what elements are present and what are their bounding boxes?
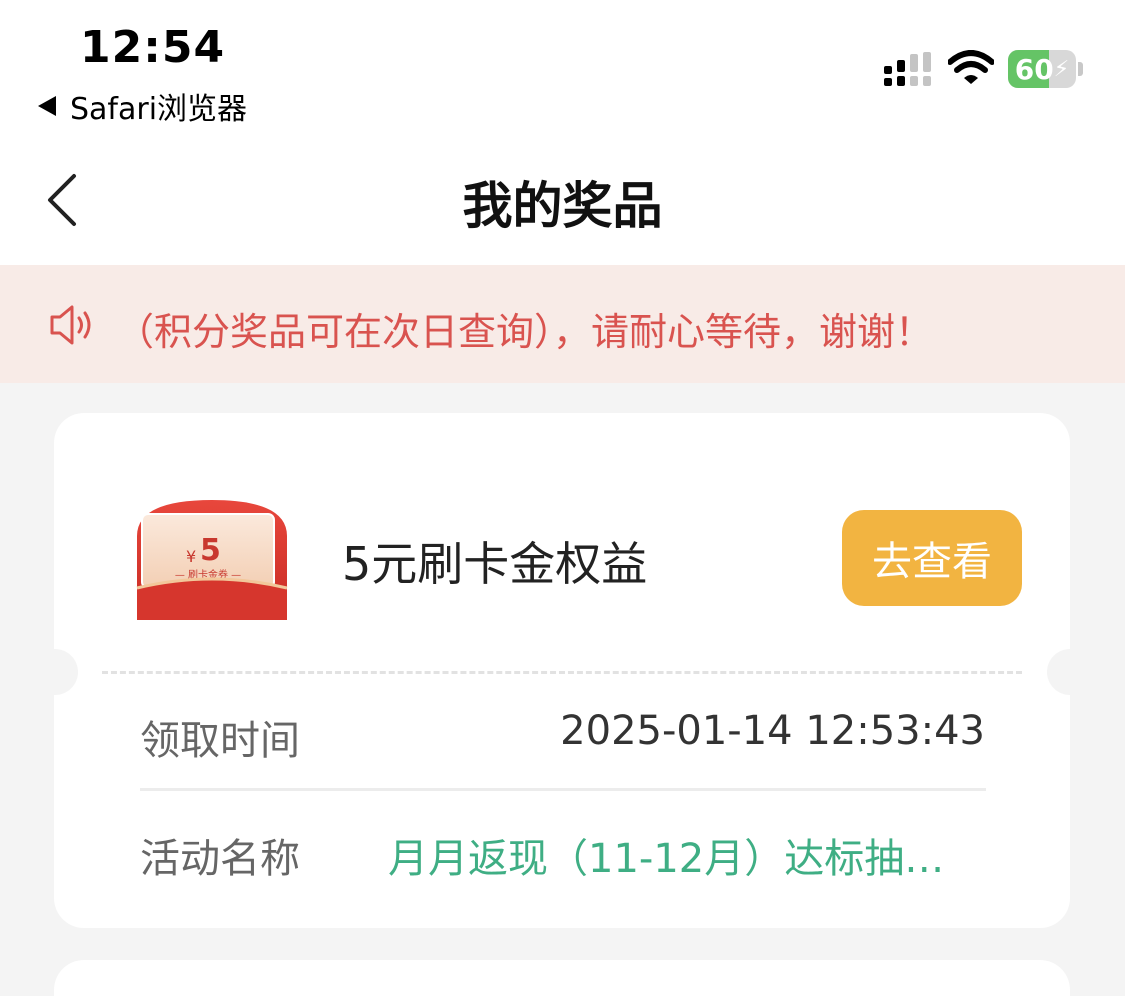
page-title: 我的奖品 — [462, 177, 663, 235]
activity-name-link[interactable]: 月月返现（11-12月）达标抽… — [388, 826, 944, 884]
row-divider — [140, 788, 986, 791]
card-notch-left — [32, 649, 78, 695]
nav-bar: 我的奖品 — [0, 130, 1125, 265]
back-to-app-link[interactable]: Safari浏览器 — [38, 84, 247, 128]
claim-time-label: 领取时间 — [140, 718, 300, 764]
card-notch-right — [1047, 649, 1093, 695]
battery-icon: 60 ⚡ — [1008, 50, 1076, 88]
claim-time-value: 2025-01-14 12:53:43 — [560, 708, 985, 754]
speaker-icon — [50, 305, 91, 345]
notice-text: （积分奖品可在次日查询），请耐心等待，谢谢！ — [116, 310, 934, 354]
cellular-signal-icon — [884, 52, 931, 86]
battery-cap — [1078, 62, 1083, 76]
coupon-envelope-image: ¥ 5 — 刷卡金券 — — [136, 500, 288, 620]
prize-name: 5元刷卡金权益 — [342, 537, 648, 591]
battery-level: 60 ⚡ — [1014, 52, 1070, 86]
view-prize-button[interactable]: 去查看 — [842, 510, 1022, 606]
coupon-amount: 5 — [200, 533, 221, 568]
wifi-icon — [948, 50, 994, 84]
notice-banner: （积分奖品可在次日查询），请耐心等待，谢谢！ — [0, 265, 1125, 383]
back-app-label: Safari浏览器 — [70, 92, 248, 127]
back-triangle-icon — [38, 96, 56, 116]
dashed-divider — [102, 671, 1022, 674]
coupon-currency: ¥ — [186, 547, 196, 566]
next-prize-card — [54, 960, 1070, 996]
activity-name-label: 活动名称 — [140, 836, 300, 882]
status-time: 12:54 — [80, 22, 226, 73]
status-bar: 12:54 Safari浏览器 60 ⚡ — [0, 0, 1125, 130]
